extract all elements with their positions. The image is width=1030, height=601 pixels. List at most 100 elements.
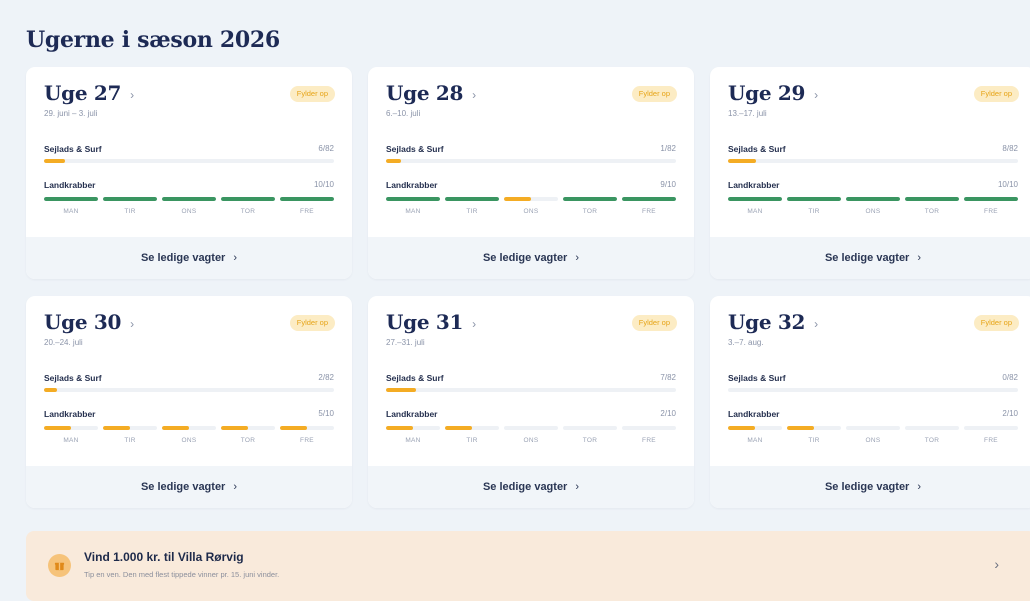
see-available-shifts-button[interactable]: Se ledige vagter › (26, 466, 352, 508)
landkrabber-days: MAN TIR ONS TOR FRE (386, 426, 676, 450)
day-slot: TIR (103, 197, 157, 221)
day-slot: TIR (787, 197, 841, 221)
weeks-grid: Uge 27 › 29. juni – 3. juli Fylder op Sejlad… (26, 67, 1030, 512)
day-progress-fill (728, 426, 755, 430)
day-label: TIR (124, 437, 136, 444)
promo-subtitle: Tip en ven. Den med flest tippede vinner… (84, 570, 280, 579)
see-available-shifts-button[interactable]: Se ledige vagter › (368, 466, 694, 508)
day-label: ONS (181, 437, 197, 444)
surf-count: 2/82 (318, 373, 334, 382)
week-title-link[interactable]: Uge 31 › (386, 310, 476, 334)
landkrabber-days: MAN TIR ONS TOR FRE (44, 426, 334, 450)
day-progress-fill (386, 197, 440, 201)
chevron-right-icon: › (233, 252, 238, 264)
surf-progress-fill (386, 388, 417, 392)
day-slot: TOR (905, 426, 959, 450)
week-title-link[interactable]: Uge 30 › (44, 310, 134, 334)
landkrabber-days: MAN TIR ONS TOR FRE (728, 197, 1018, 221)
day-progress-bar (846, 426, 900, 430)
day-progress-fill (280, 426, 307, 430)
week-dates: 20.–24. juli (44, 338, 83, 347)
see-available-shifts-button[interactable]: Se ledige vagter › (710, 466, 1030, 508)
day-label: TIR (124, 208, 136, 215)
week-dates: 13.–17. juli (728, 109, 767, 118)
day-progress-fill (162, 426, 189, 430)
chevron-right-icon: › (575, 481, 580, 493)
day-label: TOR (582, 208, 598, 215)
day-label: ONS (865, 208, 881, 215)
week-title-link[interactable]: Uge 27 › (44, 81, 134, 105)
week-title-link[interactable]: Uge 32 › (728, 310, 818, 334)
day-progress-bar (103, 426, 157, 430)
surf-count: 6/82 (318, 144, 334, 153)
day-label: MAN (63, 437, 79, 444)
week-card-body: Uge 31 › 27.–31. juli Fylder op Sejlads & Su… (368, 296, 694, 466)
day-progress-fill (103, 197, 157, 201)
see-available-shifts-button[interactable]: Se ledige vagter › (368, 237, 694, 279)
day-label: TOR (240, 208, 256, 215)
day-progress-fill (905, 197, 959, 201)
day-progress-fill (221, 197, 275, 201)
day-progress-fill (787, 426, 814, 430)
see-available-shifts-button[interactable]: Se ledige vagter › (26, 237, 352, 279)
day-progress-fill (787, 197, 841, 201)
chevron-right-icon: › (472, 87, 477, 102)
day-slot: TIR (787, 426, 841, 450)
day-slot: MAN (386, 426, 440, 450)
day-progress-fill (504, 197, 531, 201)
day-progress-bar (905, 197, 959, 201)
landkrabber-label: Landkrabber (44, 180, 96, 190)
day-slot: TOR (563, 426, 617, 450)
day-label: TOR (582, 437, 598, 444)
day-label: MAN (405, 208, 421, 215)
week-title-link[interactable]: Uge 29 › (728, 81, 818, 105)
day-label: TIR (808, 208, 820, 215)
day-slot: TOR (905, 197, 959, 221)
see-available-shifts-button[interactable]: Se ledige vagter › (710, 237, 1030, 279)
day-progress-fill (445, 197, 499, 201)
day-progress-fill (445, 426, 472, 430)
week-card-body: Uge 30 › 20.–24. juli Fylder op Sejlads & Su… (26, 296, 352, 466)
day-progress-bar (162, 197, 216, 201)
day-progress-bar (386, 197, 440, 201)
surf-progress-fill (44, 388, 58, 392)
day-progress-bar (563, 426, 617, 430)
surf-count: 7/82 (660, 373, 676, 382)
day-label: FRE (642, 208, 656, 215)
day-slot: TIR (103, 426, 157, 450)
day-progress-fill (622, 197, 676, 201)
week-title: Uge 28 (386, 81, 464, 105)
week-card: Uge 29 › 13.–17. juli Fylder op Sejlads & Su… (710, 67, 1030, 279)
day-progress-bar (504, 426, 558, 430)
status-badge: Fylder op (289, 86, 335, 102)
day-label: ONS (523, 437, 539, 444)
chevron-right-icon: › (814, 316, 819, 331)
day-progress-fill (44, 426, 71, 430)
day-progress-bar (728, 197, 782, 201)
day-progress-bar (44, 426, 98, 430)
week-dates: 3.–7. aug. (728, 338, 764, 347)
day-slot: ONS (504, 197, 558, 221)
week-card: Uge 32 › 3.–7. aug. Fylder op Sejlads & Surf… (710, 296, 1030, 508)
day-slot: MAN (728, 426, 782, 450)
day-label: MAN (747, 437, 763, 444)
week-title-link[interactable]: Uge 28 › (386, 81, 476, 105)
day-label: TOR (924, 437, 940, 444)
week-card-body: Uge 29 › 13.–17. juli Fylder op Sejlads & Su… (710, 67, 1030, 237)
day-label: TOR (240, 437, 256, 444)
landkrabber-days: MAN TIR ONS TOR FRE (44, 197, 334, 221)
surf-count: 1/82 (660, 144, 676, 153)
day-slot: ONS (846, 426, 900, 450)
day-slot: MAN (44, 197, 98, 221)
week-dates: 27.–31. juli (386, 338, 425, 347)
day-progress-fill (280, 197, 334, 201)
chevron-right-icon: › (233, 481, 238, 493)
day-slot: MAN (44, 426, 98, 450)
see-available-shifts-label: Se ledige vagter (140, 252, 226, 264)
surf-label: Sejlads & Surf (386, 144, 444, 154)
day-label: FRE (300, 208, 314, 215)
day-progress-bar (622, 426, 676, 430)
day-progress-fill (964, 197, 1018, 201)
promo-title: Vind 1.000 kr. til Villa Rørvig (84, 550, 244, 564)
referral-promo-banner[interactable]: Vind 1.000 kr. til Villa Rørvig Tip en v… (26, 531, 1030, 601)
